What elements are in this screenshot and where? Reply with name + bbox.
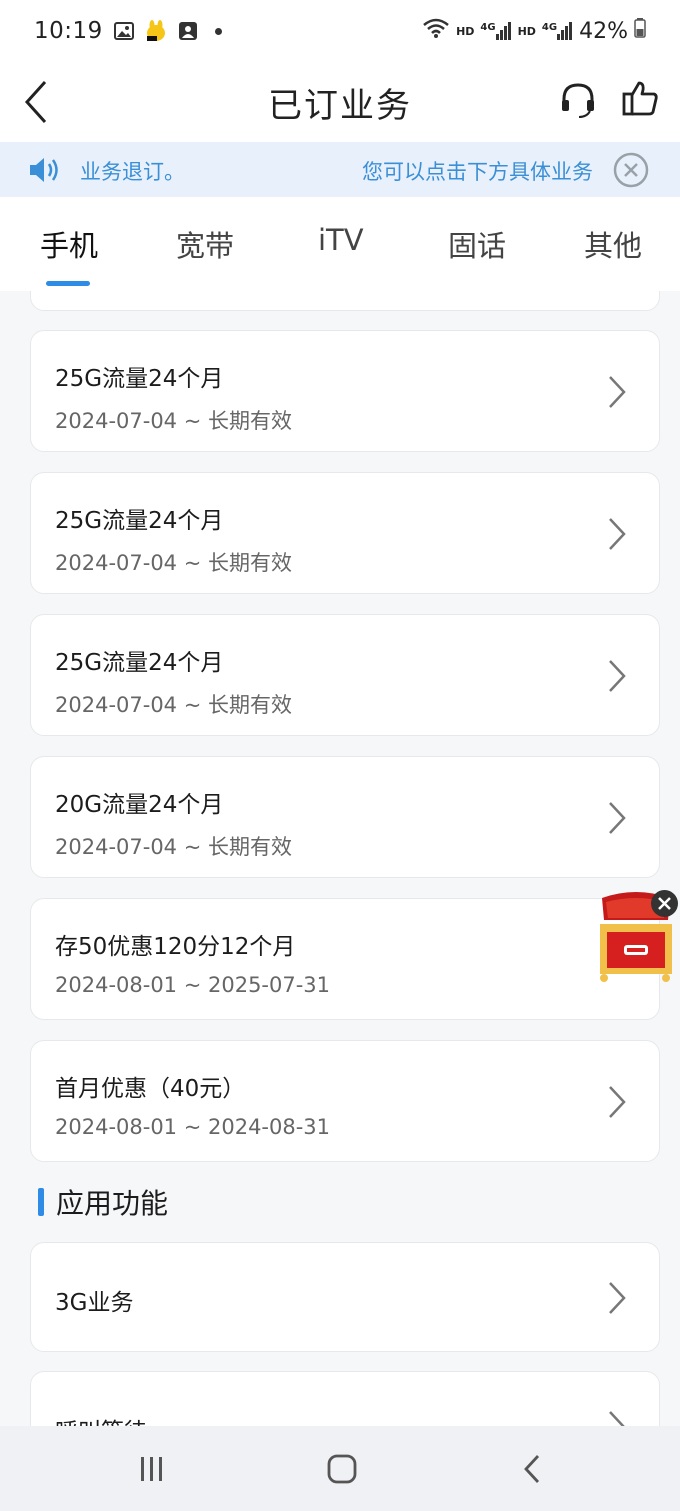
subscription-card[interactable]: 25G流量24个月 2024-07-04 ~ 长期有效: [30, 614, 660, 736]
hd-label: HD: [456, 24, 475, 38]
subscription-card[interactable]: 存50优惠120分12个月 2024-08-01 ~ 2025-07-31: [30, 898, 660, 1020]
app-notification-icon: [145, 20, 167, 42]
subscription-date: 2024-08-01 ~ 2024-08-31: [55, 1115, 331, 1139]
notice-text-left: 业务退订。: [80, 160, 185, 184]
network-type-label-2: 4G: [541, 22, 558, 33]
home-button[interactable]: [322, 1452, 362, 1486]
headset-icon: [562, 83, 594, 118]
section-accent-bar: [38, 1188, 44, 1216]
subscription-date: 2024-07-04 ~ 长期有效: [55, 551, 292, 575]
battery-icon: [634, 18, 646, 44]
subscription-date: 2024-08-01 ~ 2025-07-31: [55, 973, 331, 997]
tab-broadband[interactable]: 宽带: [176, 223, 234, 265]
subscription-title: 存50优惠120分12个月: [55, 934, 296, 960]
signal-icon-2: 4G: [542, 22, 573, 40]
chevron-right-icon: [609, 1282, 626, 1314]
system-nav-bar: [0, 1426, 680, 1511]
back-icon: [24, 80, 47, 124]
image-icon: [113, 20, 135, 42]
category-tabs: 手机 宽带 iTV 固话 其他: [0, 197, 680, 291]
signal-icon: 4G: [480, 22, 511, 40]
home-icon: [327, 1454, 357, 1484]
subscription-title: 25G流量24个月: [55, 508, 224, 534]
page-title: 已订业务: [268, 85, 412, 126]
status-time: 10:19: [34, 18, 103, 44]
recent-apps-icon: [141, 1457, 162, 1481]
customer-service-button[interactable]: [556, 78, 600, 122]
chevron-right-icon: [609, 1411, 625, 1426]
status-left: 10:19: [34, 18, 222, 44]
wifi-icon: [422, 17, 450, 45]
recent-apps-button[interactable]: [132, 1452, 172, 1486]
subscription-date: 2024-07-04 ~ 长期有效: [55, 835, 292, 859]
notification-dot: [214, 27, 222, 35]
close-icon[interactable]: [650, 889, 679, 918]
tab-other[interactable]: 其他: [584, 223, 642, 265]
subscription-title: 20G流量24个月: [55, 792, 224, 818]
subscription-list: 25G流量24个月 2024-07-04 ~ 长期有效 25G流量24个月 20…: [0, 291, 680, 1426]
contact-icon: [177, 20, 199, 42]
back-button[interactable]: [14, 74, 58, 130]
subscription-card[interactable]: 首月优惠（40元） 2024-08-01 ~ 2024-08-31: [30, 1040, 660, 1162]
chevron-right-icon: [609, 376, 626, 408]
app-feature-card[interactable]: 呼叫等待: [30, 1371, 660, 1426]
chevron-right-icon: [609, 1086, 626, 1118]
tab-landline[interactable]: 固话: [448, 223, 506, 265]
thumbs-up-icon: [622, 81, 658, 116]
subscription-title: 首月优惠（40元）: [55, 1076, 246, 1102]
subscription-date: 2024-07-04 ~ 长期有效: [55, 693, 292, 717]
subscription-card[interactable]: 20G流量24个月 2024-07-04 ~ 长期有效: [30, 756, 660, 878]
notice-banner: 业务退订。 您可以点击下方具体业务: [0, 142, 680, 197]
status-right: HD 4G HD 4G 42%: [422, 17, 646, 45]
tab-indicator: [46, 281, 90, 286]
subscription-date: 2024-07-04 ~ 长期有效: [55, 409, 292, 433]
section-label: 应用功能: [56, 1187, 169, 1220]
tab-mobile[interactable]: 手机: [40, 223, 98, 265]
section-heading: 应用功能: [38, 1184, 168, 1220]
status-bar: 10:19 HD 4G HD 4G 42%: [0, 0, 680, 62]
network-type-label: 4G: [480, 22, 496, 33]
back-nav-icon: [524, 1455, 540, 1483]
chevron-right-icon: [609, 802, 626, 834]
subscription-title: 25G流量24个月: [55, 650, 224, 676]
notice-text-right: 您可以点击下方具体业务: [362, 160, 593, 184]
subscription-card[interactable]: 25G流量24个月 2024-07-04 ~ 长期有效: [30, 472, 660, 594]
speaker-icon: [30, 158, 58, 182]
battery-percent: 42%: [579, 18, 628, 44]
close-icon[interactable]: [613, 152, 649, 188]
hd-label-2: HD: [517, 24, 536, 38]
app-feature-title: 呼叫等待: [55, 1412, 147, 1426]
chevron-right-icon: [609, 518, 626, 550]
app-feature-card[interactable]: 3G业务: [30, 1242, 660, 1352]
app-header: 已订业务: [0, 62, 680, 142]
subscription-title: 25G流量24个月: [55, 366, 224, 392]
nav-back-button[interactable]: [512, 1452, 552, 1486]
subscription-card[interactable]: 25G流量24个月 2024-07-04 ~ 长期有效: [30, 330, 660, 452]
like-button[interactable]: [618, 76, 662, 120]
app-feature-title: 3G业务: [55, 1290, 134, 1316]
chevron-right-icon: [609, 660, 626, 692]
tab-itv[interactable]: iTV: [318, 223, 364, 257]
list-item[interactable]: [30, 291, 660, 311]
